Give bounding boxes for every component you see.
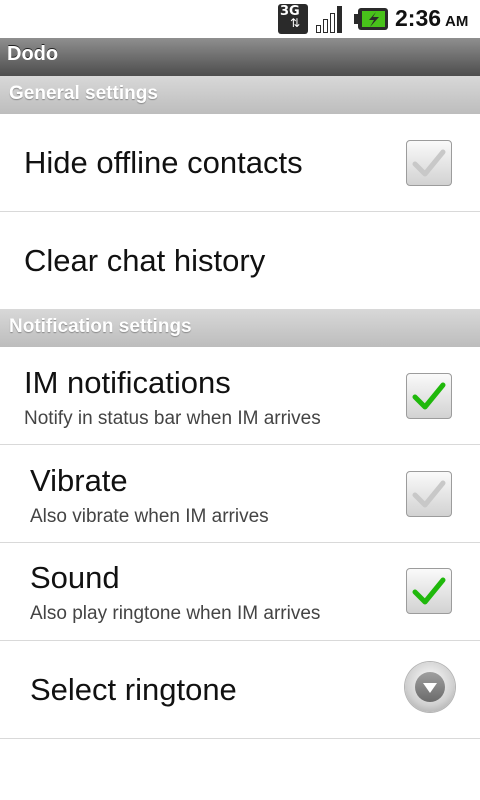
app-title-bar: Dodo	[0, 38, 480, 77]
section-header-general-label: General settings	[9, 83, 158, 104]
pref-clear-chat-history[interactable]: Clear chat history	[0, 212, 480, 310]
sound-checkbox[interactable]	[406, 568, 452, 614]
clock: 2:36 AM	[395, 5, 468, 32]
section-header-general: General settings	[0, 76, 480, 114]
pref-im-notifications-summary: Notify in status bar when IM arrives	[24, 408, 321, 429]
status-bar: 3G ⇅ 2:36 AM	[0, 0, 480, 38]
pref-sound-summary: Also play ringtone when IM arrives	[30, 603, 321, 624]
pref-clear-chat-history-title: Clear chat history	[24, 243, 266, 278]
clock-ampm: AM	[445, 13, 469, 30]
pref-sound-title: Sound	[30, 560, 120, 595]
pref-vibrate[interactable]: Vibrate Also vibrate when IM arrives	[0, 445, 480, 543]
pref-im-notifications[interactable]: IM notifications Notify in status bar wh…	[0, 347, 480, 445]
network-3g-icon: 3G ⇅	[278, 4, 308, 34]
hide-offline-checkbox[interactable]	[406, 140, 452, 186]
pref-hide-offline-contacts[interactable]: Hide offline contacts	[0, 114, 480, 212]
section-header-notification-label: Notification settings	[9, 316, 192, 337]
chevron-down-icon	[423, 683, 437, 693]
pref-sound[interactable]: Sound Also play ringtone when IM arrives	[0, 543, 480, 641]
section-header-notification: Notification settings	[0, 309, 480, 347]
checkmark-unchecked-icon	[412, 149, 446, 177]
ringtone-dropdown-icon[interactable]	[405, 662, 455, 712]
clock-time: 2:36	[395, 5, 442, 31]
im-notifications-checkbox[interactable]	[406, 373, 452, 419]
pref-vibrate-title: Vibrate	[30, 463, 128, 498]
pref-im-notifications-title: IM notifications	[24, 365, 231, 400]
pref-vibrate-summary: Also vibrate when IM arrives	[30, 506, 269, 527]
checkmark-checked-icon	[412, 577, 446, 605]
data-transfer-arrows-icon: ⇅	[290, 16, 301, 30]
checkmark-checked-icon	[412, 382, 446, 410]
app-title: Dodo	[7, 43, 59, 65]
battery-charging-icon	[354, 8, 388, 30]
pref-select-ringtone[interactable]: Select ringtone	[0, 641, 480, 739]
pref-select-ringtone-title: Select ringtone	[30, 672, 237, 707]
checkmark-unchecked-icon	[412, 480, 446, 508]
pref-hide-offline-contacts-title: Hide offline contacts	[24, 145, 303, 180]
signal-strength-icon	[316, 6, 342, 33]
vibrate-checkbox[interactable]	[406, 471, 452, 517]
